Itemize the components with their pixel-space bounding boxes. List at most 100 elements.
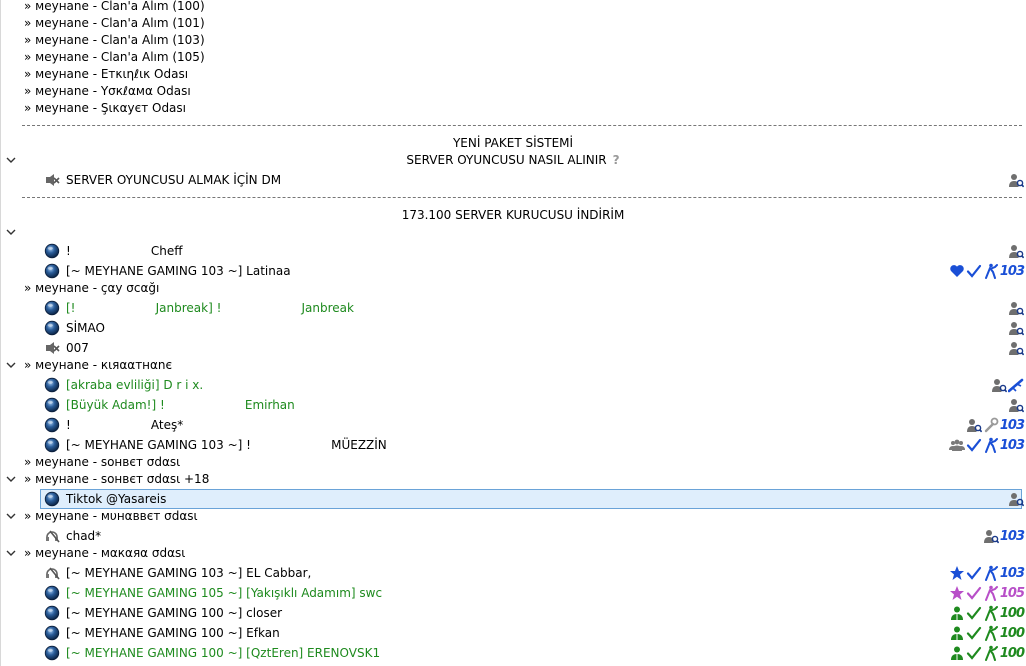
- status-ball-icon: [44, 605, 60, 621]
- client-row[interactable]: [~ MEYHANE GAMING 103 ~] EL Cabbar, 103: [0, 563, 1026, 583]
- channel-kiraathane[interactable]: » меунаne - кιяααтнαnє: [0, 355, 1026, 375]
- status-ball-icon: [44, 585, 60, 601]
- status-ball-icon: [44, 320, 60, 336]
- client-name: [~ MEYHANE GAMING 103 ~] ! MÜEZZİN: [66, 438, 387, 452]
- client-row[interactable]: [akraba evliliği] D r i x.: [0, 375, 1026, 395]
- user-query-icon: [983, 528, 999, 544]
- client-name: chad*: [66, 529, 102, 543]
- headset-muted-icon: [44, 565, 60, 581]
- status-ball-icon: [44, 491, 60, 507]
- wrench-icon: [983, 417, 999, 433]
- user-query-icon: [1008, 340, 1024, 356]
- status-ball-icon: [44, 437, 60, 453]
- client-row[interactable]: [Büyük Adam!] ! Emirhan: [0, 395, 1026, 415]
- channel-unnamed[interactable]: [0, 222, 1026, 242]
- channel-makara[interactable]: » меунаne - мαкαяα σdαѕι: [0, 543, 1026, 563]
- server-group-number: 105: [999, 585, 1025, 601]
- chevron-down-icon[interactable]: [5, 469, 17, 489]
- server-group-number: 103: [999, 565, 1025, 581]
- channel-sohbet-18[interactable]: » меунаne - ѕонвєт σdαѕι +18: [0, 469, 1026, 489]
- soldier-icon: [983, 585, 999, 601]
- client-row[interactable]: [! Janbreak] ! Janbreak: [0, 298, 1026, 318]
- soldier-icon: [983, 565, 999, 581]
- check-icon: [966, 585, 982, 601]
- chevron-down-icon[interactable]: [5, 355, 17, 375]
- client-name: ! Ateş*: [66, 418, 184, 432]
- spacer-server-question[interactable]: SERVER OYUNCUSU NASIL ALINIR?: [0, 150, 1026, 170]
- client-name: [~ MEYHANE GAMING 100 ~] closer: [66, 606, 283, 620]
- channel-sikayet[interactable]: » меунаne - Şικαуєт Odası: [0, 98, 1026, 118]
- user-query-icon: [1008, 320, 1024, 336]
- client-name: [~ MEYHANE GAMING 103 ~] EL Cabbar,: [66, 566, 312, 580]
- server-group-number: 103: [999, 263, 1025, 279]
- client-name: [~ MEYHANE GAMING 100 ~] [QztEren] ERENO…: [66, 646, 381, 660]
- client-name: [akraba evliliği] D r i x.: [66, 378, 204, 392]
- chevron-down-icon[interactable]: [5, 222, 17, 242]
- status-ball-icon: [44, 625, 60, 641]
- server-group-number: 100: [999, 605, 1025, 621]
- client-name: [~ MEYHANE GAMING 103 ~] Latinaa: [66, 264, 291, 278]
- headset-muted-icon: [44, 528, 60, 544]
- check-icon: [966, 437, 982, 453]
- client-name: Tiktok @Yasareis: [66, 491, 167, 506]
- mic-muted-icon: [44, 340, 60, 356]
- client-row[interactable]: ! Ateş* 103: [0, 415, 1026, 435]
- client-name: [~ MEYHANE GAMING 105 ~] [Yakışıklı Adam…: [66, 586, 383, 600]
- client-name: ! Cheff: [66, 244, 183, 258]
- server-group-number: 103: [999, 528, 1025, 544]
- soldier-icon: [983, 645, 999, 661]
- status-ball-icon: [44, 397, 60, 413]
- soldier-icon: [983, 605, 999, 621]
- heart-icon: [949, 263, 965, 279]
- channel-cay[interactable]: » меунаne - çαу σcαğı: [0, 278, 1026, 298]
- person-icon: [949, 645, 965, 661]
- status-ball-icon: [44, 300, 60, 316]
- star-icon: [949, 585, 965, 601]
- check-icon: [966, 605, 982, 621]
- client-name: [~ MEYHANE GAMING 100 ~] Efkan: [66, 626, 280, 640]
- mic-muted-icon: [44, 172, 60, 188]
- user-query-icon: [1008, 491, 1024, 507]
- user-query-icon: [1008, 300, 1024, 316]
- client-row[interactable]: [~ MEYHANE GAMING 100 ~] closer 100: [0, 603, 1026, 623]
- chevron-down-icon[interactable]: [5, 506, 17, 526]
- user-query-icon: [1008, 397, 1024, 413]
- client-row[interactable]: ! Cheff: [0, 241, 1026, 261]
- status-ball-icon: [44, 243, 60, 259]
- soldier-icon: [983, 625, 999, 641]
- status-ball-icon: [44, 263, 60, 279]
- star-icon: [949, 565, 965, 581]
- client-row[interactable]: [~ MEYHANE GAMING 100 ~] [QztEren] ERENO…: [0, 643, 1026, 663]
- soldier-icon: [983, 437, 999, 453]
- chevron-down-icon[interactable]: [5, 543, 17, 563]
- channel-label: » меунаne - ѕонвєт σdαѕι +18: [24, 472, 210, 486]
- channel-label: » меунаne - çαу σcαğı: [24, 281, 160, 295]
- soldier-icon: [983, 263, 999, 279]
- spacer-label: SERVER OYUNCUSU NASIL ALINIR: [406, 153, 607, 167]
- user-query-icon: [991, 377, 1007, 393]
- channel-muhabbet[interactable]: » меунаne - мυнαввєт σdαѕι: [0, 506, 1026, 526]
- user-query-icon: [1008, 243, 1024, 259]
- server-group-number: 103: [999, 437, 1025, 453]
- group-icon: [949, 437, 965, 453]
- client-row[interactable]: SİMAO: [0, 318, 1026, 338]
- client-row[interactable]: [~ MEYHANE GAMING 105 ~] [Yakışıklı Adam…: [0, 583, 1026, 603]
- check-icon: [966, 263, 982, 279]
- client-row[interactable]: [~ MEYHANE GAMING 100 ~] Efkan 100: [0, 623, 1026, 643]
- user-query-icon: [1008, 172, 1024, 188]
- server-group-number: 103: [999, 417, 1025, 433]
- client-name: SERVER OYUNCUSU ALMAK İÇİN DM: [66, 173, 282, 187]
- status-ball-icon: [44, 377, 60, 393]
- client-name: [Büyük Adam!] ! Emirhan: [66, 398, 295, 412]
- client-name: [! Janbreak] ! Janbreak: [66, 301, 354, 315]
- client-row[interactable]: SERVER OYUNCUSU ALMAK İÇİN DM: [0, 170, 1026, 190]
- user-query-icon: [966, 417, 982, 433]
- status-ball-icon: [44, 417, 60, 433]
- check-icon: [966, 645, 982, 661]
- person-icon: [949, 625, 965, 641]
- rifle-icon: [1008, 377, 1024, 393]
- spacer-dashed-line: [22, 197, 1022, 198]
- channel-label: » меунаne - мαкαяα σdαѕι: [24, 546, 186, 560]
- person-icon: [949, 605, 965, 621]
- channel-label: » меунаne - мυнαввєт σdαѕι: [24, 509, 198, 523]
